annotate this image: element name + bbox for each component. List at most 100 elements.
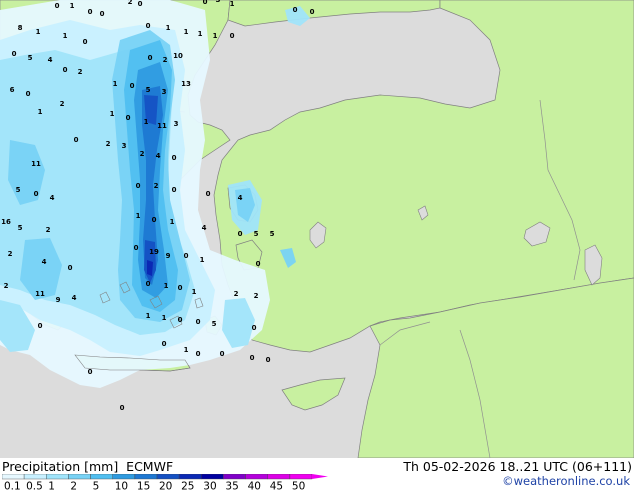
legend-tick-label: 5 bbox=[93, 481, 100, 490]
precip-value-label: 1 bbox=[113, 80, 118, 88]
precip-value-label: 16 bbox=[1, 218, 11, 226]
precip-value-label: 5 bbox=[212, 320, 217, 328]
precip-value-label: 1 bbox=[63, 32, 68, 40]
precip-value-label: 2 bbox=[60, 100, 65, 108]
precip-value-label: 2 bbox=[234, 290, 239, 298]
precip-value-label: 1 bbox=[70, 2, 75, 10]
precip-value-label: 0 bbox=[130, 82, 135, 90]
precip-value-label: 4 bbox=[72, 294, 77, 302]
precip-value-label: 0 bbox=[196, 318, 201, 326]
precip-value-label: 0 bbox=[38, 322, 43, 330]
legend-tick-label: 15 bbox=[137, 481, 150, 490]
legend-tick-label: 40 bbox=[248, 481, 261, 490]
legend-tick-label: 45 bbox=[270, 481, 283, 490]
model-name: ECMWF bbox=[126, 459, 174, 474]
legend-tick-label: 2 bbox=[70, 481, 77, 490]
legend-swatch bbox=[68, 474, 91, 480]
precip-value-label: 0 bbox=[172, 186, 177, 194]
precip-value-label: 6 bbox=[10, 86, 15, 94]
precip-value-label: 0 bbox=[120, 404, 125, 412]
product-name: Precipitation [mm] bbox=[2, 459, 119, 474]
legend-tick-label: 0.1 bbox=[4, 481, 21, 490]
precip-value-label: 0 bbox=[68, 264, 73, 272]
precip-value-label: 0 bbox=[203, 0, 208, 6]
precip-value-label: 2 bbox=[140, 150, 145, 158]
precip-value-label: 5 bbox=[254, 230, 259, 238]
legend-tick-label: 1 bbox=[48, 481, 55, 490]
precip-value-label: 11 bbox=[31, 160, 41, 168]
legend-swatch bbox=[245, 474, 268, 480]
precip-value-label: 1 bbox=[36, 28, 41, 36]
precip-value-label: 4 bbox=[42, 258, 47, 266]
precip-value-label: 0 bbox=[266, 356, 271, 364]
precip-value-label: 0 bbox=[250, 354, 255, 362]
precip-value-label: 2 bbox=[4, 282, 9, 290]
legend-tick-label: 30 bbox=[203, 481, 216, 490]
precip-value-label: 3 bbox=[216, 0, 221, 4]
precip-value-label: 11 bbox=[35, 290, 45, 298]
legend-swatch bbox=[201, 474, 224, 480]
precip-value-label: 1 bbox=[184, 28, 189, 36]
precip-value-label: 0 bbox=[126, 114, 131, 122]
precip-value-label: 0 bbox=[136, 182, 141, 190]
precip-value-label: 19 bbox=[149, 248, 159, 256]
legend-swatch bbox=[178, 474, 202, 480]
precip-value-label: 0 bbox=[88, 8, 93, 16]
precip-value-label: 0 bbox=[162, 340, 167, 348]
precip-value-label: 0 bbox=[256, 260, 261, 268]
precip-value-label: 0 bbox=[148, 54, 153, 62]
precip-value-label: 1 bbox=[213, 32, 218, 40]
precip-value-label: 1 bbox=[198, 30, 203, 38]
footer-bar: Precipitation [mm] ECMWF Th 05-02-2026 1… bbox=[0, 458, 634, 490]
precip-value-label: 0 bbox=[310, 8, 315, 16]
precip-value-label: 1 bbox=[200, 256, 205, 264]
legend-swatch bbox=[289, 474, 313, 480]
legend-tick-label: 10 bbox=[115, 481, 128, 490]
precip-value-label: 2 bbox=[163, 56, 168, 64]
precip-value-label: 0 bbox=[146, 280, 151, 288]
precip-value-label: 0 bbox=[26, 90, 31, 98]
precip-value-label: 1 bbox=[192, 288, 197, 296]
credit-link[interactable]: ©weatheronline.co.uk bbox=[502, 474, 630, 488]
precip-value-label: 0 bbox=[184, 252, 189, 260]
precip-value-label: 1 bbox=[230, 0, 235, 8]
precip-value-label: 2 bbox=[8, 250, 13, 258]
legend-arrow bbox=[312, 474, 328, 479]
precip-value-label: 3 bbox=[174, 120, 179, 128]
precip-value-label: 8 bbox=[18, 24, 23, 32]
precip-value-label: 0 bbox=[196, 350, 201, 358]
precip-value-label: 0 bbox=[230, 32, 235, 40]
precip-value-label: 0 bbox=[55, 2, 60, 10]
precipitation-map: 0 10 02 0 0 3 10 08 1 100 1 1 1 1 00 5 40 20 2 106 01 0 5 31321… bbox=[0, 0, 634, 458]
precip-value-label: 1 bbox=[162, 314, 167, 322]
precip-value-label: 2 bbox=[106, 140, 111, 148]
precip-value-label: 1 bbox=[146, 312, 151, 320]
precip-value-label: 5 bbox=[28, 54, 33, 62]
precip-value-label: 0 bbox=[178, 284, 183, 292]
legend-swatch bbox=[46, 474, 69, 480]
precip-value-label: 0 bbox=[74, 136, 79, 144]
precip-value-label: 0 bbox=[63, 66, 68, 74]
precip-value-label: 1 bbox=[144, 118, 149, 126]
precip-value-label: 2 bbox=[78, 68, 83, 76]
precip-value-label: 5 bbox=[16, 186, 21, 194]
precip-value-label: 0 bbox=[83, 38, 88, 46]
precip-value-label: 1 bbox=[38, 108, 43, 116]
precip-value-label: 0 bbox=[152, 216, 157, 224]
precip-value-label: 4 bbox=[48, 56, 53, 64]
precip-value-label: 4 bbox=[202, 224, 207, 232]
precip-value-label: 0 bbox=[146, 22, 151, 30]
legend-swatch bbox=[134, 474, 158, 480]
valid-time: Th 05-02-2026 18..21 UTC (06+111) bbox=[403, 459, 632, 474]
precip-value-label: 2 bbox=[46, 226, 51, 234]
precip-value-label: 0 bbox=[88, 368, 93, 376]
legend-tick-label: 20 bbox=[159, 481, 172, 490]
precip-value-label: 5 bbox=[18, 224, 23, 232]
color-legend: 0.1 0.5 1 2 5 10 15 20 25 30 35 40 45 50 bbox=[2, 474, 328, 490]
precip-value-label: 4 bbox=[50, 194, 55, 202]
precip-value-label: 0 bbox=[34, 190, 39, 198]
legend-swatch bbox=[156, 474, 180, 480]
precip-value-label: 2 bbox=[254, 292, 259, 300]
legend-swatch bbox=[267, 474, 291, 480]
precip-value-label: 1 bbox=[166, 24, 171, 32]
